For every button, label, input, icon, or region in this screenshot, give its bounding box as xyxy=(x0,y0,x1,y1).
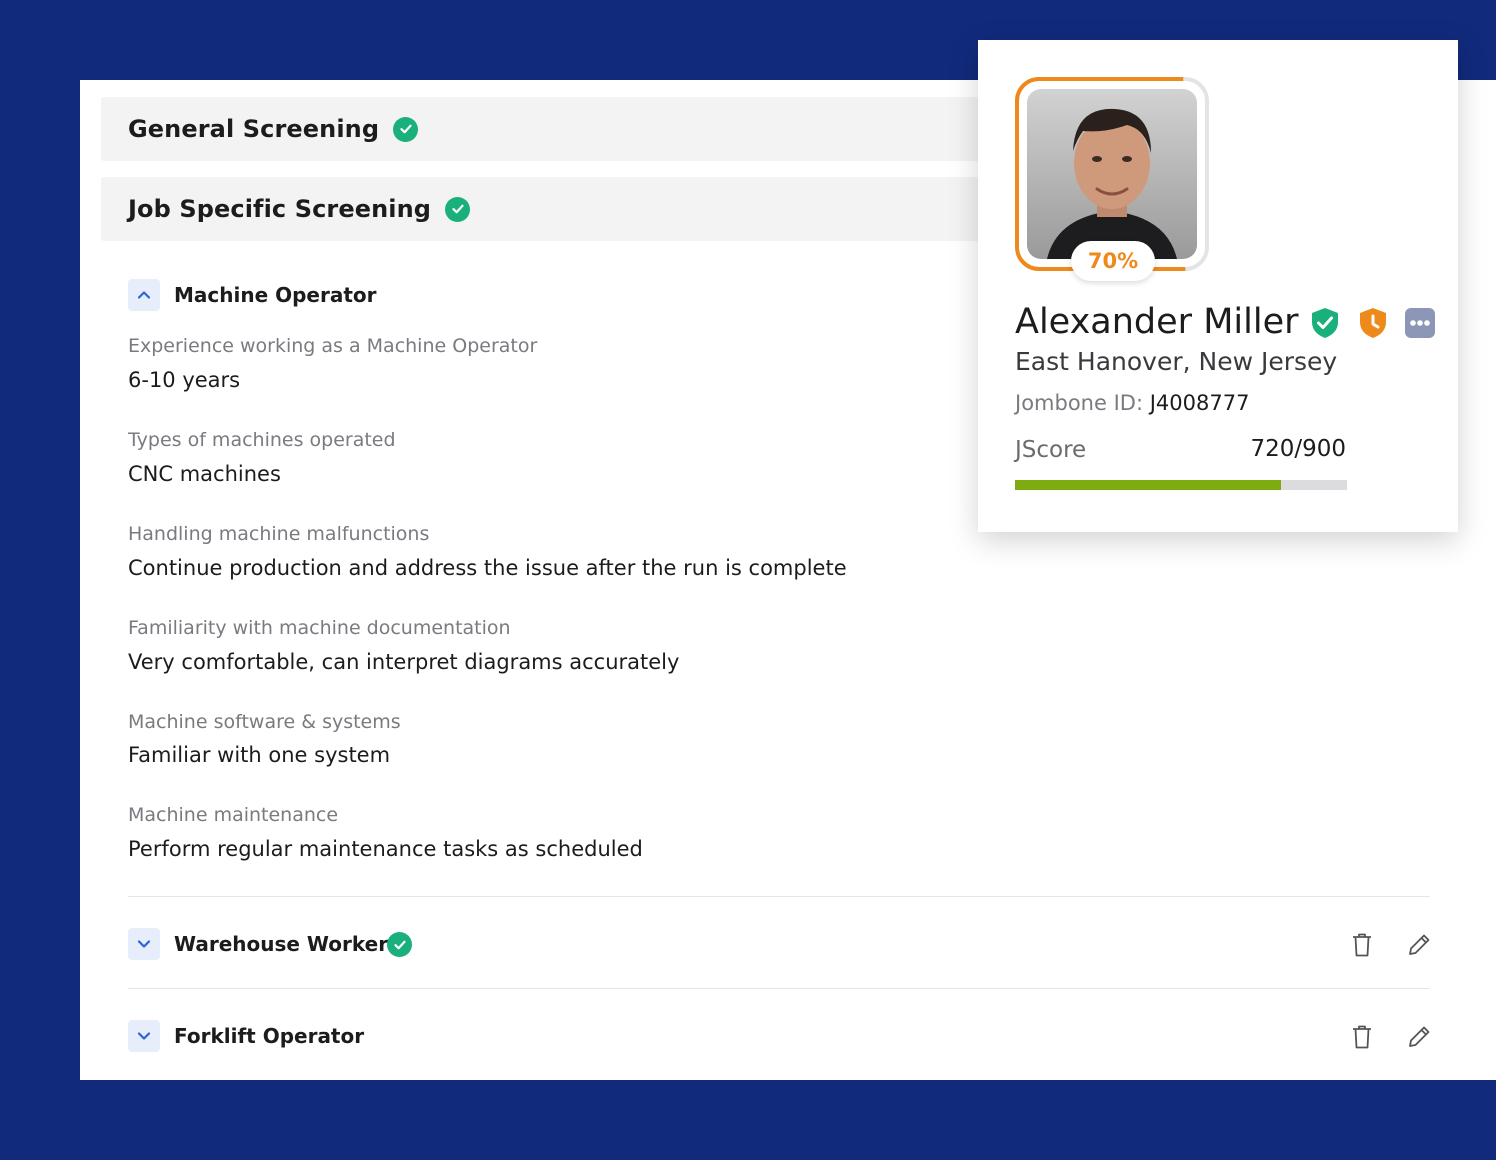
jscore-value: 720/900 xyxy=(1250,436,1346,462)
more-options-icon[interactable] xyxy=(1404,307,1436,343)
question-label: Machine maintenance xyxy=(128,804,339,826)
answer-value: Continue production and address the issu… xyxy=(128,556,847,580)
chevron-down-icon xyxy=(137,940,151,948)
trash-icon xyxy=(1353,1025,1371,1049)
answer-value: Familiar with one system xyxy=(128,743,391,767)
edit-forklift-operator-button[interactable] xyxy=(1404,1022,1434,1052)
expand-warehouse-worker-button[interactable] xyxy=(128,928,160,960)
candidate-location: East Hanover, New Jersey xyxy=(1015,347,1338,376)
avatar xyxy=(1027,89,1197,259)
pending-shield-icon[interactable] xyxy=(1356,306,1390,344)
candidate-id: Jombone ID: J4008777 xyxy=(1015,391,1249,415)
answer-value: Perform regular maintenance tasks as sch… xyxy=(128,837,643,861)
pencil-icon xyxy=(1409,934,1430,955)
jscore-bar xyxy=(1015,480,1347,490)
job-title-machine-operator: Machine Operator xyxy=(174,283,377,307)
job-title-warehouse-worker: Warehouse Worker xyxy=(174,932,389,956)
avatar-with-match-ring[interactable]: 70% xyxy=(1015,77,1209,281)
check-icon xyxy=(445,196,471,222)
candidate-name: Alexander Miller xyxy=(1015,302,1299,342)
edit-warehouse-worker-button[interactable] xyxy=(1404,930,1434,960)
jscore-label: JScore xyxy=(1015,437,1087,463)
job-specific-screening-header[interactable]: Job Specific Screening xyxy=(101,177,1001,241)
collapse-machine-operator-button[interactable] xyxy=(128,279,160,311)
trash-icon xyxy=(1353,933,1371,957)
general-screening-title: General Screening xyxy=(128,115,380,143)
divider xyxy=(128,988,1430,989)
expand-forklift-operator-button[interactable] xyxy=(128,1020,160,1052)
answer-value: Very comfortable, can interpret diagrams… xyxy=(128,650,680,674)
verified-shield-icon[interactable] xyxy=(1308,306,1342,344)
candidate-profile-card: 70% Alexander Miller East Hanover, New J… xyxy=(978,40,1458,532)
chevron-down-icon xyxy=(137,1032,151,1040)
question-label: Familiarity with machine documentation xyxy=(128,617,511,639)
question-label: Handling machine malfunctions xyxy=(128,523,430,545)
pencil-icon xyxy=(1409,1026,1430,1047)
chevron-up-icon xyxy=(137,291,151,299)
job-title-forklift-operator: Forklift Operator xyxy=(174,1024,365,1048)
check-icon xyxy=(393,116,419,142)
match-percent-badge: 70% xyxy=(1071,241,1155,281)
question-label: Machine software & systems xyxy=(128,711,401,733)
id-value: J4008777 xyxy=(1149,391,1250,415)
id-label: Jombone ID: xyxy=(1015,391,1144,415)
delete-warehouse-worker-button[interactable] xyxy=(1347,930,1377,960)
jscore-bar-fill xyxy=(1015,480,1281,490)
badge-row xyxy=(1308,306,1436,344)
delete-forklift-operator-button[interactable] xyxy=(1347,1022,1377,1052)
question-label: Types of machines operated xyxy=(128,429,396,451)
divider xyxy=(128,896,1430,897)
job-specific-screening-title: Job Specific Screening xyxy=(128,195,432,223)
general-screening-header[interactable]: General Screening xyxy=(101,97,1001,161)
answer-value: CNC machines xyxy=(128,462,281,486)
question-label: Experience working as a Machine Operator xyxy=(128,335,538,357)
answer-value: 6-10 years xyxy=(128,368,241,392)
check-icon xyxy=(387,932,412,957)
